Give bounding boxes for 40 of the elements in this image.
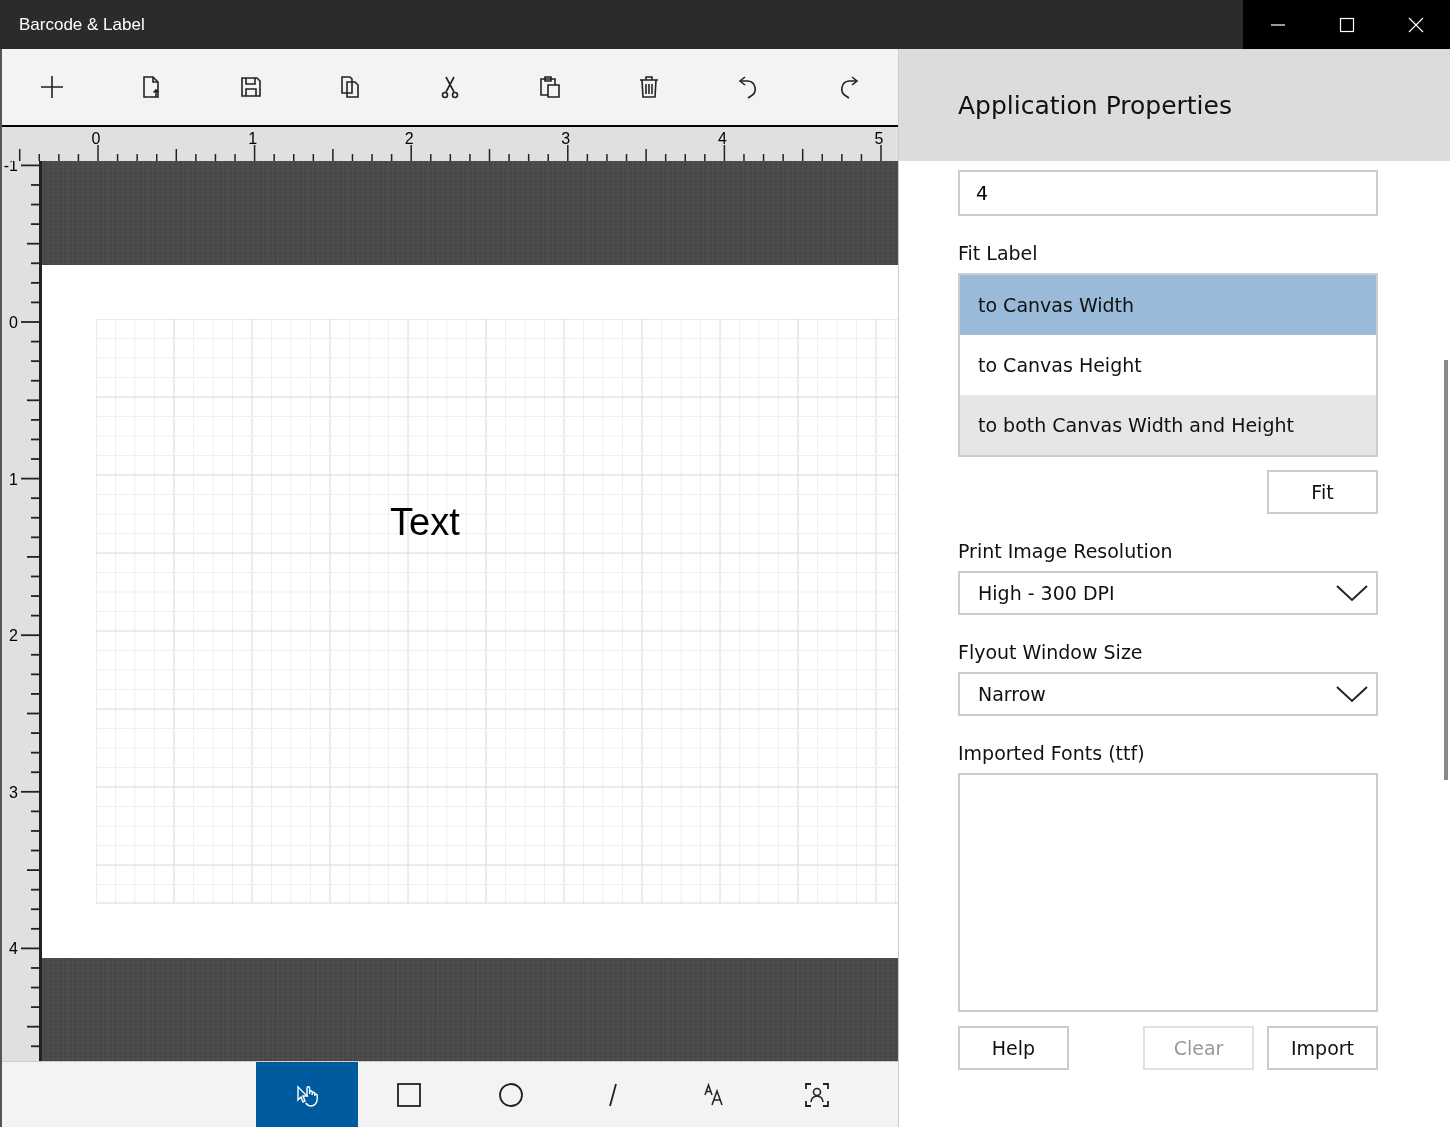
- chevron-down-icon: [1336, 685, 1368, 703]
- number-field[interactable]: 4: [958, 170, 1378, 216]
- close-icon[interactable]: [1407, 16, 1424, 33]
- ruler-label: 0: [9, 314, 18, 331]
- ruler-label: 1: [248, 130, 258, 147]
- ruler-label: 3: [561, 130, 571, 147]
- field-label: Flyout Window Size: [958, 641, 1144, 663]
- field-label: Imported Fonts (ttf): [958, 742, 1146, 764]
- maximize-icon[interactable]: [1338, 16, 1355, 33]
- ruler-label: 0: [91, 130, 101, 147]
- ruler-label: 2: [404, 130, 414, 147]
- chevron-down-icon: [1336, 584, 1368, 602]
- ruler-label: 1: [9, 470, 18, 488]
- dropdown[interactable]: High - 300 DPI: [958, 571, 1378, 615]
- circle-icon: [499, 1082, 523, 1107]
- dropdown[interactable]: Narrow: [958, 672, 1378, 716]
- list-item[interactable]: to Canvas Width: [960, 275, 1376, 335]
- canvas-text[interactable]: Text: [390, 500, 460, 544]
- add-icon[interactable]: [39, 75, 64, 99]
- dropdown-value: Narrow: [978, 683, 1046, 705]
- panel-title: Application Properties: [958, 90, 1232, 120]
- dropdown-value: High - 300 DPI: [978, 582, 1115, 604]
- list-item[interactable]: to both Canvas Width and Height: [960, 395, 1376, 455]
- ruler-label: 3: [9, 783, 18, 801]
- fit-button[interactable]: Fit: [1267, 470, 1378, 514]
- ruler-label: 4: [717, 130, 727, 147]
- portrait-frame-icon: [805, 1082, 829, 1107]
- paste-icon[interactable]: [537, 75, 562, 99]
- ruler-label: 5: [874, 130, 884, 147]
- window-title: Barcode & Label: [18, 14, 146, 36]
- save-icon[interactable]: [238, 75, 263, 99]
- field-label: Fit Label: [958, 242, 1039, 264]
- field-label: Print Image Resolution: [958, 540, 1174, 562]
- ruler-label: 4: [9, 940, 18, 958]
- rectangle-icon: [397, 1082, 421, 1107]
- scrollbar[interactable]: [1444, 360, 1448, 780]
- panel-button[interactable]: Help: [958, 1026, 1069, 1070]
- panel-button[interactable]: Import: [1267, 1026, 1378, 1070]
- ruler-label: 2: [9, 627, 18, 645]
- ruler-label: -1: [3, 161, 18, 175]
